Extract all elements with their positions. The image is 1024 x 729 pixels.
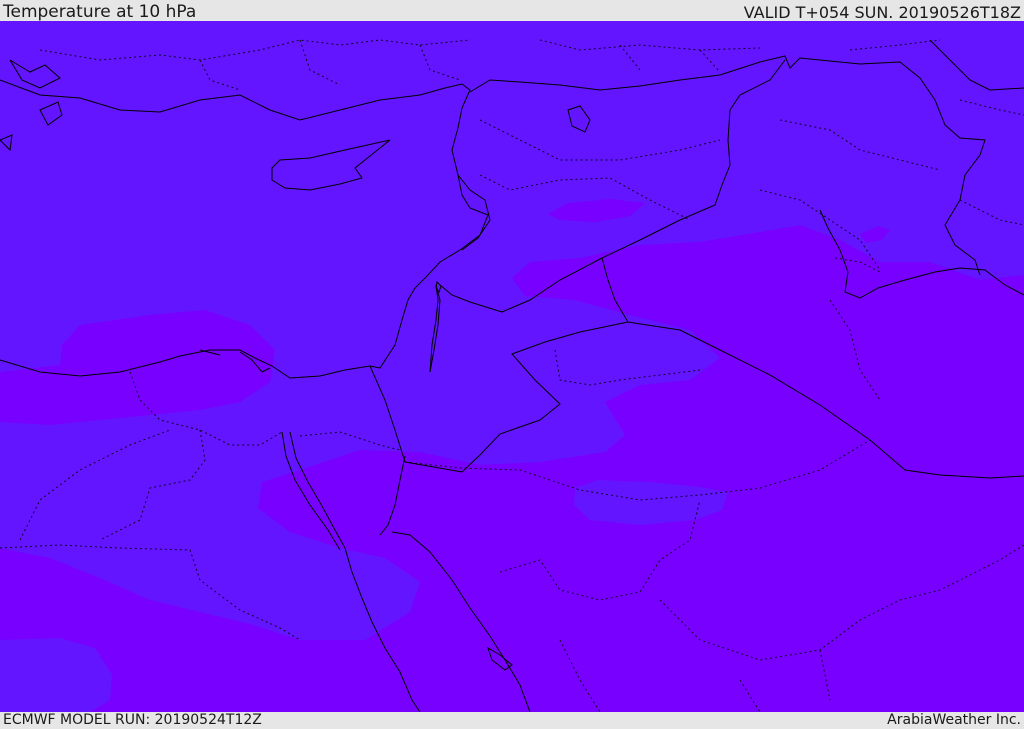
weather-map[interactable] xyxy=(0,21,1024,712)
header-bar: Temperature at 10 hPa VALID T+054 SUN. 2… xyxy=(0,0,1024,22)
footer-bar: ECMWF MODEL RUN: 20190524T12Z ArabiaWeat… xyxy=(0,712,1024,729)
credit-label: ArabiaWeather Inc. xyxy=(887,712,1021,728)
model-run-label: ECMWF MODEL RUN: 20190524T12Z xyxy=(3,712,262,728)
map-title: Temperature at 10 hPa xyxy=(3,2,197,22)
valid-time: VALID T+054 SUN. 20190526T18Z xyxy=(743,3,1021,22)
sudan-warm-pocket xyxy=(0,638,112,712)
